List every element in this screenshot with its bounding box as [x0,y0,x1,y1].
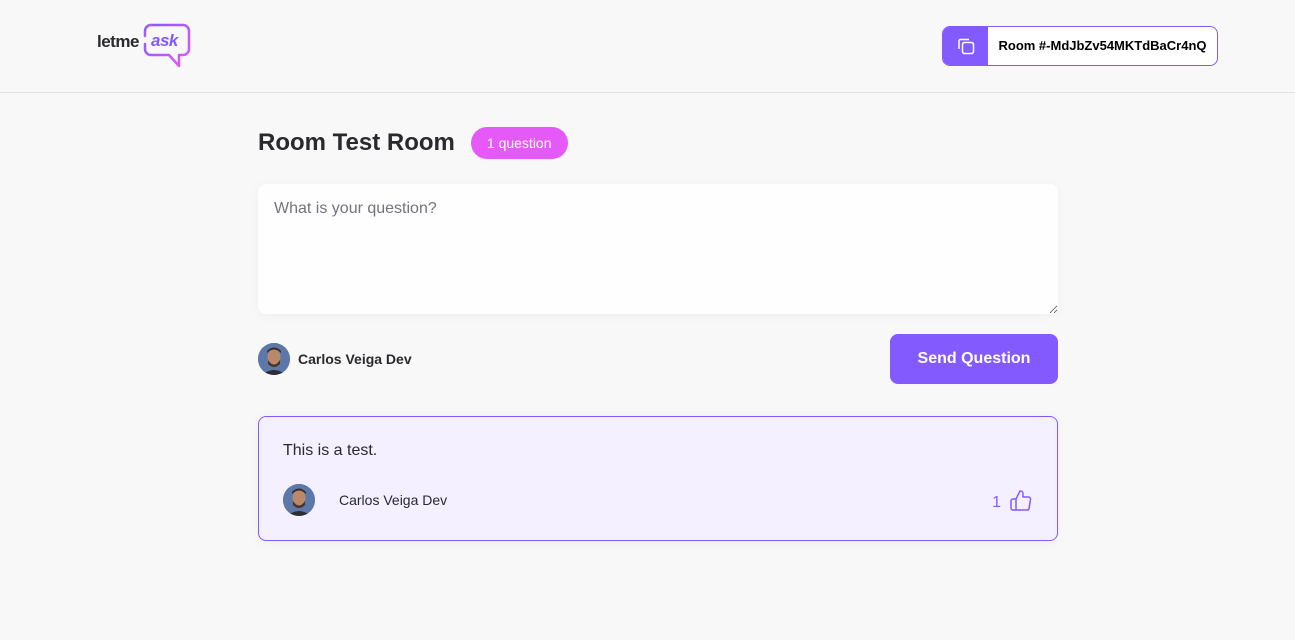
page-title: Room Test Room [258,129,455,156]
question-count-badge: 1 question [470,127,568,159]
question-author: Carlos Veiga Dev [283,484,447,516]
room-code-text: Room #-MdJbZv54MKTdBaCr4nQ [998,38,1207,53]
user-info: Carlos Veiga Dev [258,343,412,375]
avatar [283,484,315,516]
copy-icon-box [943,27,988,65]
form-footer: Carlos Veiga Dev Send Question [258,334,1058,384]
avatar [258,343,290,375]
room-title-row: Room Test Room 1 question [258,127,568,159]
like-button[interactable]: 1 [992,488,1033,512]
app-header: letme ask Room #-MdJbZv54MKTdBaCr4nQ [0,0,1295,93]
copy-icon [957,38,974,55]
author-name: Carlos Veiga Dev [339,492,448,508]
thumbs-up-icon [1010,490,1032,511]
copy-room-code-button[interactable]: Room #-MdJbZv54MKTdBaCr4nQ [942,26,1218,66]
logo-text-letme: letme [97,32,139,51]
logo-text-ask: ask [151,31,178,50]
question-card: This is a test. Carlos Veiga Dev 1 [258,416,1058,541]
question-footer: Carlos Veiga Dev 1 [283,484,1033,516]
like-count: 1 [992,494,1001,511]
letmeask-logo[interactable]: letme ask [97,22,193,70]
send-question-button[interactable]: Send Question [890,334,1058,384]
question-input[interactable] [258,184,1058,314]
user-name: Carlos Veiga Dev [298,351,412,367]
question-content: This is a test. [283,442,378,459]
